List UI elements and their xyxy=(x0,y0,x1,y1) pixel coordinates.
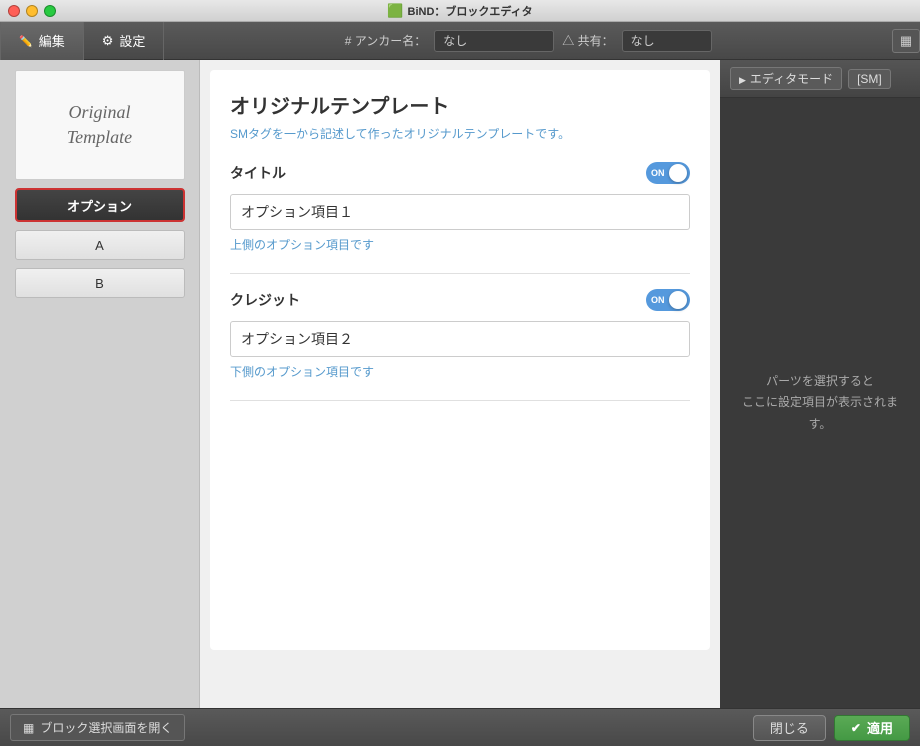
app-icon: 🟩 xyxy=(387,3,403,19)
section2-header: クレジット xyxy=(230,289,690,311)
divider-2 xyxy=(230,400,690,401)
main-content: オリジナルテンプレート SMタグを一から記述して作ったオリジナルテンプレートです… xyxy=(200,60,720,708)
toggle-knob-2 xyxy=(669,291,687,309)
block-select-button[interactable]: ▦ ブロック選択画面を開く xyxy=(10,714,185,741)
right-panel-content: パーツを選択すると ここに設定項目が表示されます。 xyxy=(720,98,920,708)
section1-toggle[interactable] xyxy=(646,162,690,184)
section1-hint: 上側のオプション項目です xyxy=(230,236,690,253)
grid-small-icon: ▦ xyxy=(23,721,34,735)
section2-toggle[interactable] xyxy=(646,289,690,311)
gear-icon xyxy=(102,33,114,49)
window-controls xyxy=(8,5,56,17)
settings-tab[interactable]: 設定 xyxy=(84,22,165,60)
left-sidebar: Original Template オプション A B xyxy=(0,60,200,708)
bottom-bar: ▦ ブロック選択画面を開く 閉じる 適用 xyxy=(0,708,920,746)
close-window-button[interactable] xyxy=(8,5,20,17)
panel-description: SMタグを一から記述して作ったオリジナルテンプレートです。 xyxy=(230,125,690,142)
divider xyxy=(230,273,690,274)
apply-button[interactable]: 適用 xyxy=(834,715,910,741)
share-label: △ 共有： xyxy=(562,32,613,49)
toolbar: 編集 設定 # アンカー名： △ 共有： xyxy=(0,22,920,60)
anchor-label: # アンカー名： xyxy=(345,32,427,49)
maximize-window-button[interactable] xyxy=(44,5,56,17)
share-input[interactable] xyxy=(622,30,712,52)
title-bar-text: 🟩 BiND：ブロックエディタ xyxy=(387,3,532,19)
play-icon xyxy=(739,72,746,86)
edit-icon xyxy=(19,33,33,48)
main-layout: Original Template オプション A B オリジナルテンプレート … xyxy=(0,60,920,708)
sm-button[interactable]: [SM] xyxy=(848,69,891,89)
tab-a-button[interactable]: A xyxy=(15,230,185,260)
anchor-input[interactable] xyxy=(434,30,554,52)
toggle-knob xyxy=(669,164,687,182)
editor-mode-button[interactable]: エディタモード xyxy=(730,67,842,90)
section2-input[interactable] xyxy=(230,321,690,357)
option-button[interactable]: オプション xyxy=(15,188,185,222)
title-bar: 🟩 BiND：ブロックエディタ xyxy=(0,0,920,22)
right-panel-hint: パーツを選択すると ここに設定項目が表示されます。 xyxy=(740,371,900,436)
template-preview-text: Original Template xyxy=(67,100,132,150)
minimize-window-button[interactable] xyxy=(26,5,38,17)
content-panel: オリジナルテンプレート SMタグを一から記述して作ったオリジナルテンプレートです… xyxy=(210,70,710,650)
section2-label: クレジット xyxy=(230,290,300,310)
tab-b-button[interactable]: B xyxy=(15,268,185,298)
template-preview: Original Template xyxy=(15,70,185,180)
right-panel: エディタモード [SM] パーツを選択すると ここに設定項目が表示されます。 xyxy=(720,60,920,708)
bottom-right-buttons: 閉じる 適用 xyxy=(753,715,910,741)
section1-header: タイトル xyxy=(230,162,690,184)
grid-button[interactable] xyxy=(892,29,920,53)
check-icon xyxy=(851,720,861,735)
section2-hint: 下側のオプション項目です xyxy=(230,363,690,380)
close-button[interactable]: 閉じる xyxy=(753,715,826,741)
panel-title: オリジナルテンプレート xyxy=(230,90,690,119)
right-panel-toolbar: エディタモード [SM] xyxy=(720,60,920,98)
section1-input[interactable] xyxy=(230,194,690,230)
edit-tab[interactable]: 編集 xyxy=(0,22,84,60)
grid-icon xyxy=(900,32,912,49)
toolbar-center: # アンカー名： △ 共有： xyxy=(164,30,892,52)
section1-label: タイトル xyxy=(230,163,286,183)
